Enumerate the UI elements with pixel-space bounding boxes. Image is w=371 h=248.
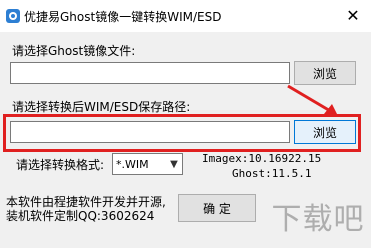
imagex-version: Imagex:10.16922.15 <box>202 152 322 165</box>
chevron-down-icon[interactable]: ▼ <box>166 154 182 174</box>
footer-line-2: 装机软件定制QQ:3602624 <box>6 209 155 223</box>
output-path-field[interactable] <box>10 121 290 143</box>
watermark-logo: 下载吧 <box>271 202 365 237</box>
close-button[interactable]: ✕ <box>341 4 365 26</box>
source-label: 请选择Ghost镜像文件: <box>12 44 136 58</box>
output-browse-button[interactable]: 浏览 <box>294 120 356 144</box>
format-select[interactable]: *.WIM ▼ <box>112 153 183 175</box>
footer-text: 本软件由程捷软件开发并开源, 装机软件定制QQ:3602624 <box>6 195 166 223</box>
ok-button[interactable]: 确 定 <box>178 194 256 222</box>
output-label: 请选择转换后WIM/ESD保存路径: <box>12 100 191 114</box>
source-path-field[interactable] <box>10 62 290 84</box>
ghost-version: Ghost:11.5.1 <box>232 167 312 180</box>
format-selected-value: *.WIM <box>116 157 149 171</box>
title-bar: 优捷易Ghost镜像一键转换WIM/ESD ✕ <box>0 0 371 32</box>
app-icon <box>4 7 22 25</box>
footer-line-1: 本软件由程捷软件开发并开源, <box>6 195 166 209</box>
format-label: 请选择转换格式: <box>16 158 105 172</box>
arrow-icon <box>287 84 338 116</box>
close-icon[interactable]: ✕ <box>346 6 359 25</box>
window-title: 优捷易Ghost镜像一键转换WIM/ESD <box>24 10 222 24</box>
